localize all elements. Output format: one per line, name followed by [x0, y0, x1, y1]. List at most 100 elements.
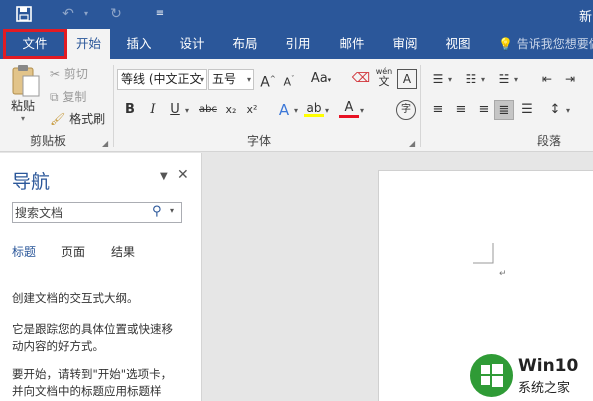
font-color-icon[interactable]: A	[339, 98, 359, 118]
tab-design[interactable]: 设计	[170, 29, 214, 59]
font-size-combo[interactable]: 五号 ▾	[208, 69, 254, 90]
undo-dropdown-icon[interactable]: ▾	[80, 4, 92, 24]
numbering-icon[interactable]: ☷	[461, 69, 481, 89]
nav-message-2a: 它是跟踪您的具体位置或快速移	[12, 322, 173, 336]
tab-references[interactable]: 引用	[276, 29, 320, 59]
nav-message-2b: 动内容的好方式。	[12, 339, 104, 353]
multilevel-dropdown-icon[interactable]: ▾	[514, 75, 518, 84]
cut-button[interactable]: ✂ 剪切	[50, 65, 88, 82]
format-painter-button[interactable]: 🖌 格式刷	[50, 110, 105, 127]
group-divider	[113, 65, 114, 147]
subscript-icon[interactable]: x₂	[221, 100, 241, 120]
tab-headings[interactable]: 标题	[12, 243, 36, 260]
multilevel-list-icon[interactable]: ☱	[494, 69, 514, 89]
increase-indent-icon[interactable]: ⇥	[560, 69, 580, 89]
superscript-icon[interactable]: x²	[242, 100, 262, 120]
watermark: Win10 系统之家	[470, 351, 593, 399]
paste-button[interactable]: 粘贴	[11, 97, 35, 114]
tab-mailings[interactable]: 邮件	[330, 29, 374, 59]
tab-home[interactable]: 开始	[67, 29, 110, 59]
margin-corner-mark	[473, 243, 494, 264]
paste-icon[interactable]	[9, 64, 43, 98]
underline-dropdown-icon[interactable]: ▾	[185, 106, 189, 115]
ribbon-tabs: 文件 开始 插入 设计 布局 引用 邮件 审阅 视图 💡 告诉我您想要做	[0, 29, 593, 59]
paragraph-mark-icon: ↵	[499, 269, 507, 279]
shrink-font-icon[interactable]: Aˇ	[279, 69, 299, 89]
navigation-pane: 导航 ▼ ✕ ⚲ ▾ 标题 页面 结果 创建文档的交互式大纲。 它是跟踪您的具体…	[0, 153, 202, 401]
text-effects-icon[interactable]: A	[274, 100, 294, 120]
clear-formatting-icon[interactable]: ⌫	[351, 69, 371, 89]
align-center-icon[interactable]: ≡	[451, 100, 471, 120]
watermark-line1: Win10	[518, 356, 579, 376]
paragraph-group-label: 段落	[537, 134, 562, 148]
change-case-icon[interactable]: Aa▾	[308, 69, 334, 89]
clipboard-group-label: 剪贴板	[30, 134, 67, 148]
title-bar: ↶ ▾ ↻ ≡ 新	[0, 0, 593, 29]
highlight-color-bar	[304, 114, 324, 117]
tell-me-box[interactable]: 💡 告诉我您想要做	[498, 29, 593, 59]
text-effects-dropdown-icon[interactable]: ▾	[294, 106, 298, 115]
justify-icon[interactable]: ≣	[494, 100, 514, 120]
font-name-combo[interactable]: 等线 (中文正文 ▾	[117, 69, 207, 90]
chevron-down-icon: ▾	[199, 75, 204, 84]
paste-dropdown-icon[interactable]: ▾	[21, 114, 25, 123]
nav-message-3a: 要开始，请转到"开始"选项卡，	[12, 367, 173, 381]
highlight-dropdown-icon[interactable]: ▾	[325, 106, 329, 115]
highlight-icon[interactable]: ab	[304, 98, 324, 118]
nav-message-3b: 并向文档中的标题应用标题样	[12, 384, 162, 398]
chevron-down-icon: ▾	[246, 75, 251, 84]
font-launcher-icon[interactable]: ◢	[409, 139, 415, 148]
tab-pages[interactable]: 页面	[61, 243, 85, 260]
enclose-characters-icon[interactable]: 字	[396, 100, 416, 120]
windows-logo	[470, 354, 513, 397]
numbering-dropdown-icon[interactable]: ▾	[481, 75, 485, 84]
search-icon[interactable]: ⚲	[152, 204, 162, 219]
copy-icon: ⧉	[50, 90, 59, 104]
watermark-line2: 系统之家	[518, 381, 571, 396]
distributed-icon[interactable]: ☰	[517, 100, 537, 120]
customize-quick-access-icon[interactable]: ≡	[150, 4, 170, 24]
tell-me-text: 告诉我您想要做	[516, 37, 593, 51]
align-left-icon[interactable]: ≡	[428, 100, 448, 120]
nav-search-box: ⚲ ▾	[12, 202, 182, 223]
tab-review[interactable]: 审阅	[383, 29, 427, 59]
underline-icon[interactable]: U	[165, 100, 185, 120]
grow-font-icon[interactable]: A^	[258, 69, 278, 91]
align-right-icon[interactable]: ≡	[474, 100, 494, 120]
paintbrush-icon: 🖌	[50, 112, 66, 126]
bullets-icon[interactable]: ☰	[428, 69, 448, 89]
tab-file[interactable]: 文件	[3, 29, 67, 59]
bold-icon[interactable]: B	[120, 100, 140, 120]
redo-icon[interactable]: ↻	[104, 4, 128, 24]
undo-icon[interactable]: ↶	[56, 4, 80, 24]
tab-view[interactable]: 视图	[436, 29, 480, 59]
font-color-dropdown-icon[interactable]: ▾	[360, 106, 364, 115]
nav-options-icon[interactable]: ▼	[160, 171, 168, 182]
italic-icon[interactable]: I	[143, 100, 163, 120]
tab-layout[interactable]: 布局	[223, 29, 267, 59]
scissors-icon: ✂	[50, 67, 61, 81]
nav-pane-title: 导航	[12, 171, 51, 193]
document-title: 新	[579, 10, 593, 25]
nav-message-1: 创建文档的交互式大纲。	[12, 291, 139, 305]
tab-insert[interactable]: 插入	[116, 29, 162, 59]
save-icon[interactable]	[12, 4, 36, 24]
lightbulb-icon: 💡	[498, 37, 513, 51]
font-group-label: 字体	[247, 134, 272, 148]
strikethrough-icon[interactable]: abc	[197, 100, 219, 120]
search-input[interactable]	[15, 204, 145, 221]
tab-results[interactable]: 结果	[111, 243, 135, 260]
group-divider	[420, 65, 421, 147]
ribbon: 粘贴 ▾ ✂ 剪切 ⧉ 复制 🖌 格式刷 剪贴板 ◢ 等线 (中文正文 ▾ 五号…	[0, 59, 593, 152]
line-spacing-icon[interactable]: ↕	[545, 100, 565, 120]
clipboard-launcher-icon[interactable]: ◢	[102, 139, 108, 148]
font-color-bar	[339, 115, 359, 118]
line-spacing-dropdown-icon[interactable]: ▾	[566, 106, 570, 115]
decrease-indent-icon[interactable]: ⇤	[537, 69, 557, 89]
search-dropdown-icon[interactable]: ▾	[170, 206, 174, 215]
character-border-icon[interactable]: A	[397, 69, 417, 89]
close-icon[interactable]: ✕	[177, 167, 189, 183]
phonetic-guide-icon[interactable]: wén 文	[374, 67, 394, 87]
bullets-dropdown-icon[interactable]: ▾	[448, 75, 452, 84]
copy-button[interactable]: ⧉ 复制	[50, 88, 86, 105]
